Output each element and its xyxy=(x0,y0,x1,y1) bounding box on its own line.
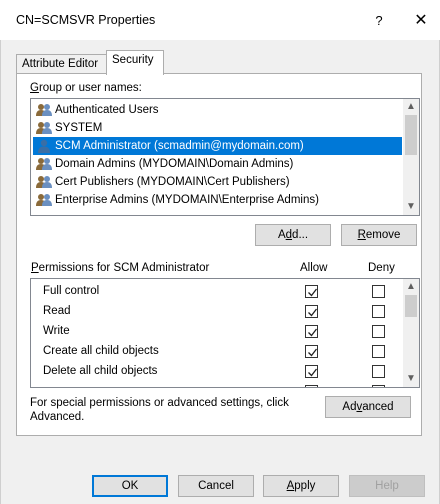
scroll-up-arrow-icon[interactable]: ▲ xyxy=(403,99,419,115)
list-item-label: Enterprise Admins (MYDOMAIN\Enterprise A… xyxy=(55,194,319,206)
permission-name: Create all child objects xyxy=(43,345,159,357)
permission-row: Read xyxy=(31,301,403,321)
deny-column-header: Deny xyxy=(368,262,395,274)
apply-button[interactable]: Apply xyxy=(263,475,339,497)
list-item[interactable]: Authenticated Users xyxy=(33,101,402,119)
help-icon-button[interactable]: ? xyxy=(364,8,394,34)
list-item[interactable]: SCM Administrator (scmadmin@mydomain.com… xyxy=(33,137,402,155)
list-item-label: Cert Publishers (MYDOMAIN\Cert Publisher… xyxy=(55,176,290,188)
allow-checkbox[interactable] xyxy=(305,385,318,387)
allow-checkbox[interactable] xyxy=(305,365,318,378)
list-item-label: Authenticated Users xyxy=(55,104,159,116)
permission-row: Create all child objects xyxy=(31,341,403,361)
title-bar: CN=SCMSVR Properties ? ✕ xyxy=(0,0,440,40)
group-user-listbox[interactable]: Authenticated Users SYSTEM SCM Administrat… xyxy=(30,98,420,216)
group-icon xyxy=(36,175,52,189)
permission-name: Write xyxy=(43,325,70,337)
allow-checkbox[interactable] xyxy=(305,305,318,318)
permissions-scrollbar[interactable]: ▲ ▼ xyxy=(403,279,419,387)
permission-name: Full control xyxy=(43,285,100,297)
deny-checkbox[interactable] xyxy=(372,325,385,338)
permission-row: Delete all child objects xyxy=(31,361,403,381)
group-icon xyxy=(36,157,52,171)
group-icon xyxy=(36,103,52,117)
permission-row: Write xyxy=(31,321,403,341)
allow-column-header: Allow xyxy=(300,262,328,274)
deny-checkbox[interactable] xyxy=(372,305,385,318)
add-button[interactable]: Add... xyxy=(255,224,331,246)
permissions-listbox[interactable]: Full control Read Write Create all child ob… xyxy=(30,278,420,388)
list-item-label: Domain Admins (MYDOMAIN\Domain Admins) xyxy=(55,158,294,170)
scroll-up-arrow-icon[interactable]: ▲ xyxy=(403,279,419,295)
cancel-button[interactable]: Cancel xyxy=(178,475,254,497)
scroll-down-arrow-icon[interactable]: ▼ xyxy=(403,199,419,215)
scroll-down-arrow-icon[interactable]: ▼ xyxy=(403,371,419,387)
group-icon xyxy=(36,121,52,135)
list-item[interactable]: Enterprise Admins (MYDOMAIN\Enterprise A… xyxy=(33,191,402,209)
list-item[interactable]: Cert Publishers (MYDOMAIN\Cert Publisher… xyxy=(33,173,402,191)
list-item[interactable]: SYSTEM xyxy=(33,119,402,137)
scroll-thumb[interactable] xyxy=(405,295,417,317)
user-icon xyxy=(36,139,52,153)
tab-security[interactable]: Security xyxy=(106,50,164,75)
permission-name: Read xyxy=(43,305,71,317)
scroll-thumb[interactable] xyxy=(405,115,417,155)
group-list-scrollbar[interactable]: ▲ ▼ xyxy=(403,99,419,215)
group-or-user-names-label: Group or user names: xyxy=(30,82,142,94)
remove-button[interactable]: Remove xyxy=(341,224,417,246)
help-button[interactable]: Help xyxy=(349,475,425,497)
list-item[interactable]: Domain Admins (MYDOMAIN\Domain Admins) xyxy=(33,155,402,173)
permission-row: Full control xyxy=(31,281,403,301)
group-icon xyxy=(36,193,52,207)
deny-checkbox[interactable] xyxy=(372,385,385,387)
deny-checkbox[interactable] xyxy=(372,345,385,358)
list-item-label: SYSTEM xyxy=(55,122,103,134)
allow-checkbox[interactable] xyxy=(305,325,318,338)
special-permissions-text: For special permissions or advanced sett… xyxy=(30,397,289,423)
permissions-header: Permissions for SCM Administrator xyxy=(31,262,210,274)
list-item-label: SCM Administrator (scmadmin@mydomain.com… xyxy=(55,140,304,152)
ok-button[interactable]: OK xyxy=(92,475,168,497)
deny-checkbox[interactable] xyxy=(372,285,385,298)
window-title: CN=SCMSVR Properties xyxy=(16,13,156,27)
permission-name: Delete all child objects xyxy=(43,365,158,377)
close-icon-button[interactable]: ✕ xyxy=(406,8,436,34)
allow-checkbox[interactable] xyxy=(305,345,318,358)
advanced-button[interactable]: Advanced xyxy=(325,396,411,418)
allow-checkbox[interactable] xyxy=(305,285,318,298)
tab-attribute-editor[interactable]: Attribute Editor xyxy=(16,54,107,74)
permission-row xyxy=(31,381,403,387)
deny-checkbox[interactable] xyxy=(372,365,385,378)
